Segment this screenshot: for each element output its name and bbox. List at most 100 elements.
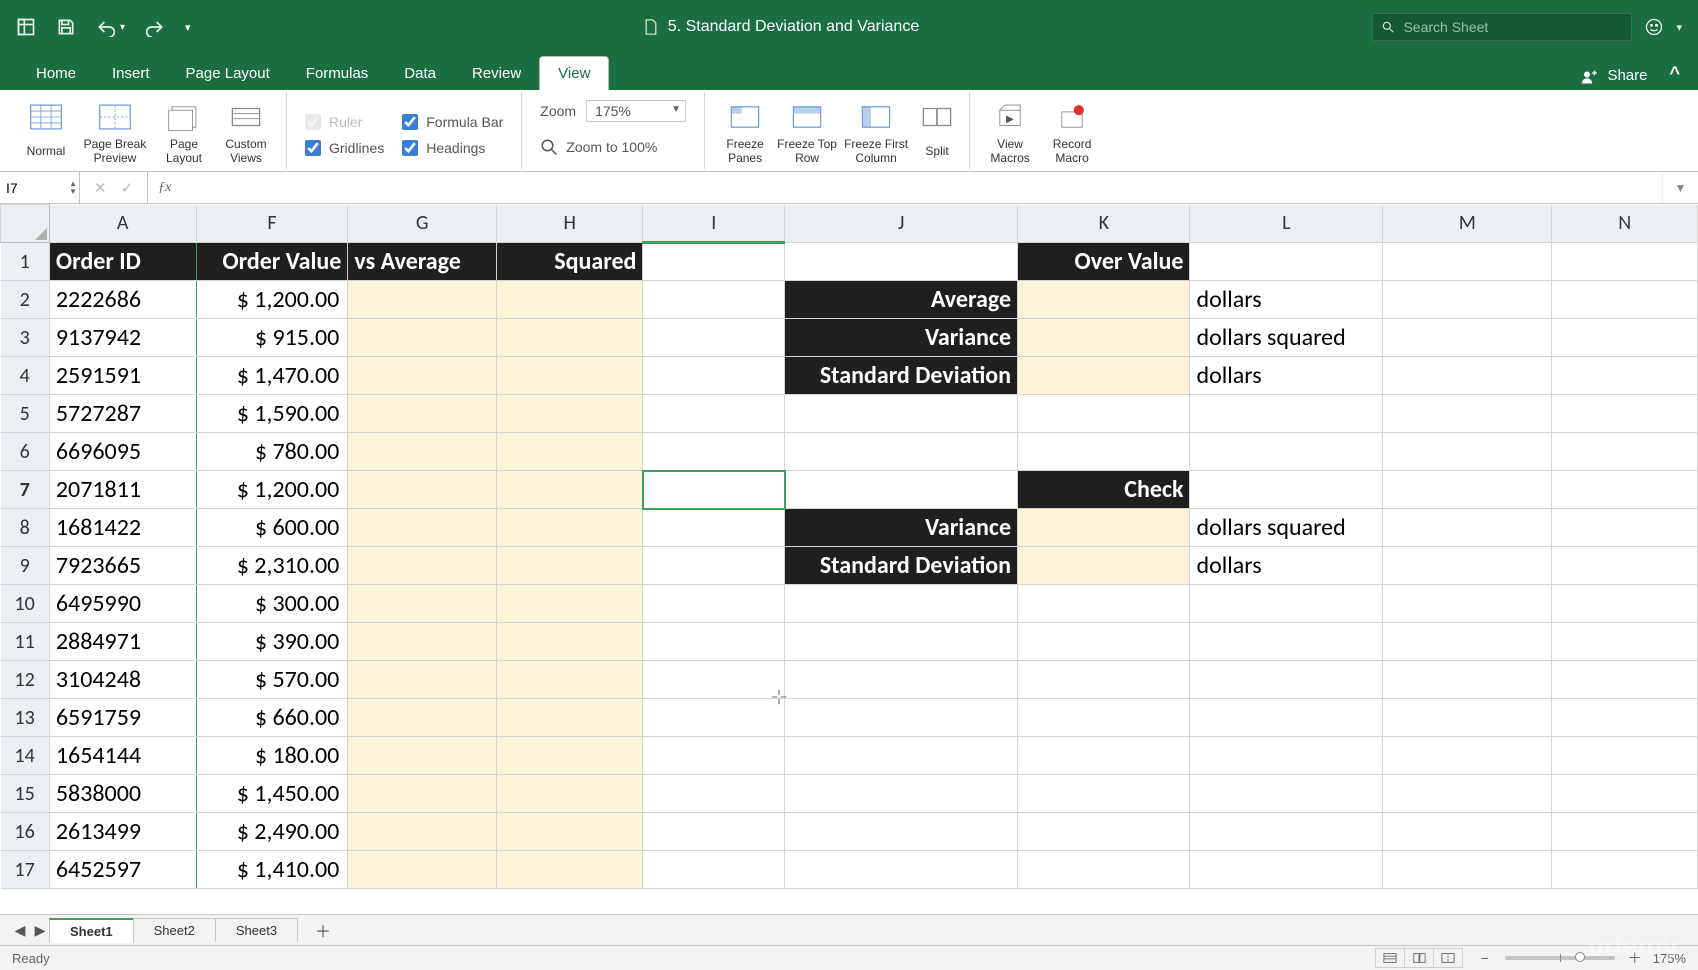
cell-L9[interactable]: dollars bbox=[1190, 547, 1383, 585]
col-header-A[interactable]: A bbox=[49, 205, 196, 243]
cell-I11[interactable] bbox=[643, 623, 785, 661]
name-box[interactable]: I7 ▲▼ bbox=[0, 172, 80, 203]
cell-M17[interactable] bbox=[1383, 851, 1552, 889]
cell-H11[interactable] bbox=[497, 623, 643, 661]
cell-F8[interactable]: $ 600.00 bbox=[196, 509, 348, 547]
enter-icon[interactable]: ✓ bbox=[121, 179, 134, 197]
cell-G16[interactable] bbox=[348, 813, 497, 851]
cell-L1[interactable] bbox=[1190, 243, 1383, 281]
cell-N7[interactable] bbox=[1552, 471, 1698, 509]
tab-page-layout[interactable]: Page Layout bbox=[168, 57, 288, 90]
cell-N4[interactable] bbox=[1552, 357, 1698, 395]
cell-F3[interactable]: $ 915.00 bbox=[196, 319, 348, 357]
cell-I16[interactable] bbox=[643, 813, 785, 851]
cell-J5[interactable] bbox=[785, 395, 1018, 433]
cell-H10[interactable] bbox=[497, 585, 643, 623]
tab-home[interactable]: Home bbox=[18, 57, 94, 90]
cell-L6[interactable] bbox=[1190, 433, 1383, 471]
row-header-11[interactable]: 11 bbox=[1, 623, 50, 661]
expand-formula-icon[interactable]: ▼ bbox=[1662, 172, 1698, 203]
cell-M11[interactable] bbox=[1383, 623, 1552, 661]
col-header-M[interactable]: M bbox=[1383, 205, 1552, 243]
sheet-nav-prev[interactable]: ◀ bbox=[10, 922, 30, 939]
cell-L14[interactable] bbox=[1190, 737, 1383, 775]
row-header-17[interactable]: 17 bbox=[1, 851, 50, 889]
cell-J17[interactable] bbox=[785, 851, 1018, 889]
cell-F1[interactable]: Order Value bbox=[196, 243, 348, 281]
cell-A11[interactable]: 2884971 bbox=[49, 623, 196, 661]
col-header-N[interactable]: N bbox=[1552, 205, 1698, 243]
cell-N2[interactable] bbox=[1552, 281, 1698, 319]
redo-icon[interactable] bbox=[145, 17, 165, 37]
cell-J1[interactable] bbox=[785, 243, 1018, 281]
col-header-F[interactable]: F bbox=[196, 205, 348, 243]
search-input[interactable]: Search Sheet bbox=[1372, 13, 1632, 41]
zoom-slider[interactable] bbox=[1505, 956, 1615, 960]
cell-I8[interactable] bbox=[643, 509, 785, 547]
cell-J11[interactable] bbox=[785, 623, 1018, 661]
cell-A13[interactable]: 6591759 bbox=[49, 699, 196, 737]
cell-L10[interactable] bbox=[1190, 585, 1383, 623]
undo-icon[interactable]: ▾ bbox=[96, 17, 125, 37]
cell-F15[interactable]: $ 1,450.00 bbox=[196, 775, 348, 813]
cell-H1[interactable]: Squared bbox=[497, 243, 643, 281]
row-header-8[interactable]: 8 bbox=[1, 509, 50, 547]
view-page-layout-button[interactable]: Page Layout bbox=[154, 92, 214, 170]
cell-M12[interactable] bbox=[1383, 661, 1552, 699]
zoom-select[interactable]: 175%▼ bbox=[586, 100, 686, 122]
row-header-1[interactable]: 1 bbox=[1, 243, 50, 281]
cell-H5[interactable] bbox=[497, 395, 643, 433]
cell-H4[interactable] bbox=[497, 357, 643, 395]
cell-M7[interactable] bbox=[1383, 471, 1552, 509]
record-macro-button[interactable]: Record Macro bbox=[1042, 92, 1102, 170]
row-header-6[interactable]: 6 bbox=[1, 433, 50, 471]
cell-I14[interactable] bbox=[643, 737, 785, 775]
cell-K15[interactable] bbox=[1018, 775, 1190, 813]
cell-M14[interactable] bbox=[1383, 737, 1552, 775]
cell-N1[interactable] bbox=[1552, 243, 1698, 281]
check-formula-bar[interactable]: Formula Bar bbox=[402, 114, 503, 130]
zoom-out-button[interactable]: − bbox=[1477, 950, 1493, 966]
cell-N11[interactable] bbox=[1552, 623, 1698, 661]
cell-K5[interactable] bbox=[1018, 395, 1190, 433]
cell-J10[interactable] bbox=[785, 585, 1018, 623]
save-icon[interactable] bbox=[56, 17, 76, 37]
cell-H15[interactable] bbox=[497, 775, 643, 813]
sheet-tab-3[interactable]: Sheet3 bbox=[215, 918, 298, 942]
cell-F13[interactable]: $ 660.00 bbox=[196, 699, 348, 737]
col-header-J[interactable]: J bbox=[785, 205, 1018, 243]
view-custom-views-button[interactable]: Custom Views bbox=[216, 92, 276, 170]
view-mode-page-layout[interactable] bbox=[1404, 948, 1434, 968]
cell-F5[interactable]: $ 1,590.00 bbox=[196, 395, 348, 433]
cell-G12[interactable] bbox=[348, 661, 497, 699]
cell-J7[interactable] bbox=[785, 471, 1018, 509]
tab-insert[interactable]: Insert bbox=[94, 57, 168, 90]
cell-N15[interactable] bbox=[1552, 775, 1698, 813]
cell-F17[interactable]: $ 1,410.00 bbox=[196, 851, 348, 889]
view-mode-page-break[interactable] bbox=[1433, 948, 1463, 968]
cell-G8[interactable] bbox=[348, 509, 497, 547]
row-header-9[interactable]: 9 bbox=[1, 547, 50, 585]
col-header-I[interactable]: I bbox=[643, 205, 785, 243]
cell-L16[interactable] bbox=[1190, 813, 1383, 851]
cell-H3[interactable] bbox=[497, 319, 643, 357]
cell-I9[interactable] bbox=[643, 547, 785, 585]
cell-K8[interactable] bbox=[1018, 509, 1190, 547]
cell-L11[interactable] bbox=[1190, 623, 1383, 661]
col-header-G[interactable]: G bbox=[348, 205, 497, 243]
freeze-first-column-button[interactable]: Freeze First Column bbox=[839, 92, 913, 170]
tab-data[interactable]: Data bbox=[386, 57, 454, 90]
sheet-tab-1[interactable]: Sheet1 bbox=[49, 918, 134, 943]
add-sheet-button[interactable]: ＋ bbox=[308, 918, 338, 942]
cell-I10[interactable] bbox=[643, 585, 785, 623]
zoom-in-button[interactable]: ＋ bbox=[1627, 948, 1643, 968]
cell-A8[interactable]: 1681422 bbox=[49, 509, 196, 547]
cell-L2[interactable]: dollars bbox=[1190, 281, 1383, 319]
cell-G11[interactable] bbox=[348, 623, 497, 661]
tab-formulas[interactable]: Formulas bbox=[288, 57, 387, 90]
cell-H6[interactable] bbox=[497, 433, 643, 471]
cell-F12[interactable]: $ 570.00 bbox=[196, 661, 348, 699]
cell-A2[interactable]: 2222686 bbox=[49, 281, 196, 319]
cell-H12[interactable] bbox=[497, 661, 643, 699]
cell-G7[interactable] bbox=[348, 471, 497, 509]
